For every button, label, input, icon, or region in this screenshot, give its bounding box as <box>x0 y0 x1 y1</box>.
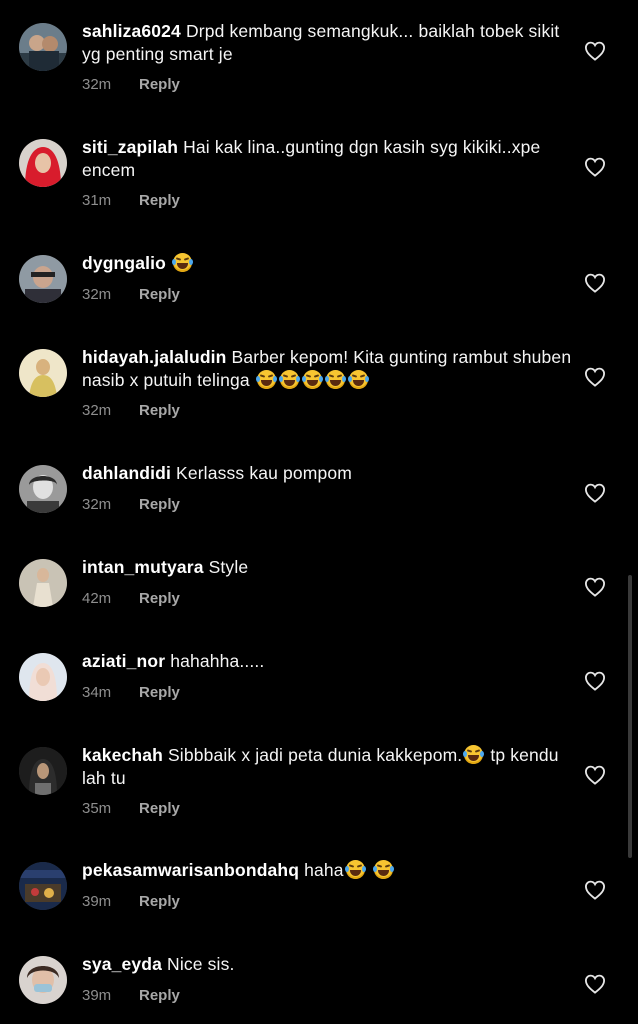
comment-meta: 32m Reply <box>82 286 180 303</box>
comment-text: pekasamwarisanbondahq haha <box>82 859 572 882</box>
comment-username[interactable]: siti_zapilah <box>82 137 178 157</box>
scrollbar[interactable] <box>628 575 632 858</box>
comment-meta: 35m Reply <box>82 800 180 817</box>
comment-meta: 31m Reply <box>82 192 180 209</box>
face-with-tears-of-joy-icon <box>278 369 300 389</box>
comment-username[interactable]: dahlandidi <box>82 463 171 483</box>
avatar[interactable] <box>19 139 67 187</box>
avatar[interactable] <box>19 23 67 71</box>
heart-icon[interactable] <box>584 765 606 785</box>
heart-icon[interactable] <box>584 577 606 597</box>
comment-text: siti_zapilah Hai kak lina..gunting dgn ka… <box>82 136 572 181</box>
face-with-tears-of-joy-icon <box>347 369 369 389</box>
heart-icon[interactable] <box>584 483 606 503</box>
comment-username[interactable]: sya_eyda <box>82 954 162 974</box>
comment-text: dygngalio <box>82 252 572 275</box>
heart-icon[interactable] <box>584 157 606 177</box>
avatar[interactable] <box>19 747 67 795</box>
comment-body: Sibbbaik x jadi peta dunia kakkepom. <box>167 745 463 765</box>
reply-button[interactable]: Reply <box>139 496 180 513</box>
avatar[interactable] <box>19 255 67 303</box>
comment-time: 31m <box>82 192 112 209</box>
reply-button[interactable]: Reply <box>139 192 180 209</box>
avatar[interactable] <box>19 862 67 910</box>
comment-meta: 39m Reply <box>82 893 180 910</box>
comment-time: 42m <box>82 590 112 607</box>
heart-icon[interactable] <box>584 41 606 61</box>
comment-body: haha <box>304 860 344 880</box>
comment-username[interactable]: pekasamwarisanbondahq <box>82 860 299 880</box>
heart-icon[interactable] <box>584 974 606 994</box>
heart-icon[interactable] <box>584 671 606 691</box>
reply-button[interactable]: Reply <box>139 286 180 303</box>
face-with-tears-of-joy-icon <box>372 860 394 879</box>
reply-button[interactable]: Reply <box>139 76 180 93</box>
comment-username[interactable]: hidayah.jalaludin <box>82 347 227 367</box>
comment-text: dahlandidi Kerlasss kau pompom <box>82 462 572 485</box>
reply-button[interactable]: Reply <box>139 590 180 607</box>
comment-body: Kerlasss kau pompom <box>176 463 352 483</box>
heart-icon[interactable] <box>584 273 606 293</box>
reply-button[interactable]: Reply <box>139 800 180 817</box>
face-with-tears-of-joy-icon <box>463 745 485 764</box>
comment-meta: 42m Reply <box>82 590 180 607</box>
avatar[interactable] <box>19 465 67 513</box>
comment-text: aziati_nor hahahha..... <box>82 650 572 673</box>
comment-meta: 32m Reply <box>82 402 180 419</box>
avatar[interactable] <box>19 559 67 607</box>
comment-text: sya_eyda Nice sis. <box>82 953 572 976</box>
comment-body: Nice sis. <box>167 954 235 974</box>
reply-button[interactable]: Reply <box>139 893 180 910</box>
face-with-tears-of-joy-icon <box>301 369 323 389</box>
reply-button[interactable]: Reply <box>139 987 180 1004</box>
comment-meta: 34m Reply <box>82 684 180 701</box>
comment-time: 34m <box>82 684 112 701</box>
comment-time: 32m <box>82 76 112 93</box>
comment-username[interactable]: intan_mutyara <box>82 557 204 577</box>
comment-body: Style <box>208 557 249 577</box>
comment-text: kakechah Sibbbaik x jadi peta dunia kakke… <box>82 744 572 789</box>
avatar[interactable] <box>19 653 67 701</box>
reply-button[interactable]: Reply <box>139 684 180 701</box>
comment-time: 39m <box>82 893 112 910</box>
comment-body: hahahha..... <box>170 651 265 671</box>
comment-meta: 32m Reply <box>82 76 180 93</box>
comment-text: hidayah.jalaludin Barber kepom! Kita gunt… <box>82 346 572 391</box>
comment-text: sahliza6024 Drpd kembang semangkuk... bai… <box>82 20 572 65</box>
comment-time: 32m <box>82 286 112 303</box>
comment-username[interactable]: kakechah <box>82 745 163 765</box>
avatar[interactable] <box>19 349 67 397</box>
comment-time: 39m <box>82 987 112 1004</box>
heart-icon[interactable] <box>584 367 606 387</box>
comment-time: 35m <box>82 800 112 817</box>
comment-username[interactable]: sahliza6024 <box>82 21 181 41</box>
comment-list: sahliza6024 Drpd kembang semangkuk... bai… <box>0 0 638 1024</box>
comment-text: intan_mutyara Style <box>82 556 572 579</box>
face-with-tears-of-joy-icon <box>255 369 277 389</box>
face-with-tears-of-joy-icon <box>344 860 366 879</box>
comment-meta: 39m Reply <box>82 987 180 1004</box>
face-with-tears-of-joy-icon <box>324 369 346 389</box>
reply-button[interactable]: Reply <box>139 402 180 419</box>
comment-time: 32m <box>82 496 112 513</box>
comment-username[interactable]: dygngalio <box>82 253 166 273</box>
comment-meta: 32m Reply <box>82 496 180 513</box>
comment-time: 32m <box>82 402 112 419</box>
heart-icon[interactable] <box>584 880 606 900</box>
face-with-tears-of-joy-icon <box>172 253 193 272</box>
comment-username[interactable]: aziati_nor <box>82 651 165 671</box>
avatar[interactable] <box>19 956 67 1004</box>
